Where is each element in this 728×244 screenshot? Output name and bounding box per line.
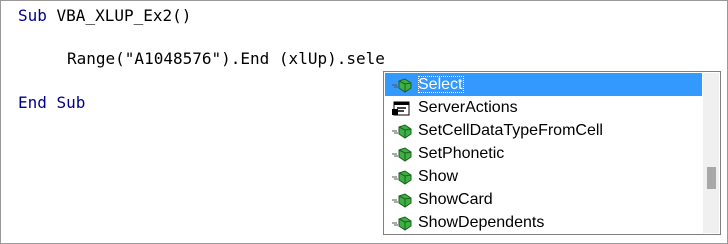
method-icon [391, 146, 413, 162]
autocomplete-item-serveractions[interactable]: ServerActions [385, 96, 702, 119]
scrollbar-thumb[interactable] [707, 167, 716, 189]
code-line-sub[interactable]: Sub VBA_XLUP_Ex2() [18, 6, 191, 26]
autocomplete-item-show[interactable]: Show [385, 165, 702, 188]
autocomplete-item-label: Select [418, 76, 465, 93]
autocomplete-item-label: SetPhonetic [418, 145, 505, 162]
autocomplete-items: Select ServerActions SetCellDataTypeFrom… [385, 73, 702, 233]
method-icon [391, 123, 413, 139]
method-icon [391, 192, 413, 208]
autocomplete-list[interactable]: Select ServerActions SetCellDataTypeFrom… [383, 71, 721, 235]
code-line-end-sub[interactable]: End Sub [18, 93, 85, 113]
code-editor[interactable]: Sub VBA_XLUP_Ex2() Range("A1048576").End… [0, 0, 728, 244]
autocomplete-item-label: ServerActions [418, 99, 518, 116]
autocomplete-item-setphonetic[interactable]: SetPhonetic [385, 142, 702, 165]
autocomplete-item-showcard[interactable]: ShowCard [385, 188, 702, 211]
procedure-name: VBA_XLUP_Ex2() [46, 6, 192, 25]
autocomplete-item-select[interactable]: Select [385, 73, 702, 96]
method-icon [391, 169, 413, 185]
keyword-sub-end: Sub [46, 93, 86, 112]
autocomplete-scrollbar[interactable] [703, 73, 719, 233]
keyword-sub: Sub [18, 6, 47, 25]
autocomplete-item-label: Show [418, 168, 459, 185]
keyword-end: End [18, 93, 47, 112]
autocomplete-item-label: SetCellDataTypeFromCell [418, 122, 603, 139]
property-icon [391, 100, 413, 116]
code-line-range[interactable]: Range("A1048576").End (xlUp).sele [67, 49, 385, 69]
autocomplete-item-showdependents[interactable]: ShowDependents [385, 211, 702, 234]
autocomplete-item-label: ShowCard [418, 191, 493, 208]
method-icon [391, 77, 413, 93]
autocomplete-item-label: ShowDependents [418, 214, 545, 231]
method-icon [391, 215, 413, 231]
autocomplete-item-setcelldatatypefromcell[interactable]: SetCellDataTypeFromCell [385, 119, 702, 142]
